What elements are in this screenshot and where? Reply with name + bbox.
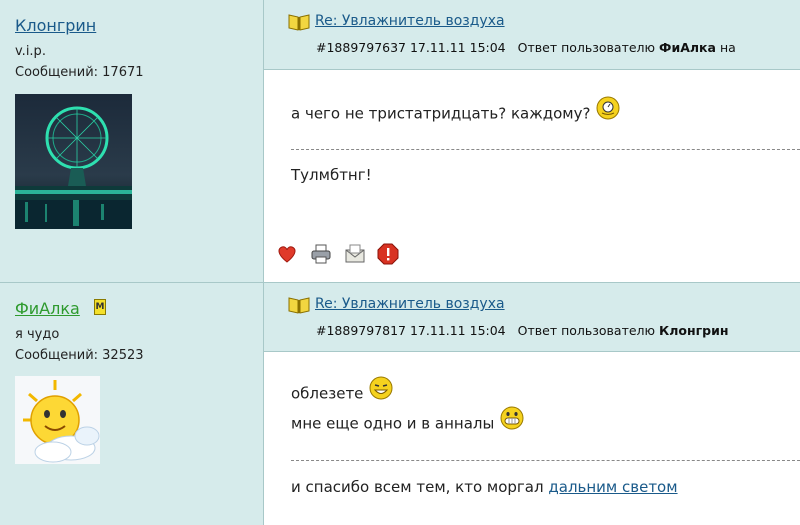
post-text: а чего не тристатридцать? каждому? [291,104,591,123]
post-meta: #1889797637 17.11.11 15:04 Ответ пользова… [316,40,736,55]
forum-post: ФиАлка M я чудо Сообщений: 32523 Re: Увл… [0,282,800,525]
mail-icon[interactable] [344,243,366,265]
stop-icon[interactable] [377,243,399,265]
author-message-count: Сообщений: 17671 [15,65,144,80]
author-message-count: Сообщений: 32523 [15,348,144,363]
reply-to-suffix: на [719,40,736,55]
post-text: мне еще одно и в анналы [291,414,495,433]
print-icon[interactable] [310,243,332,265]
post-header: Re: Увлажнитель воздуха #1889797817 17.1… [264,282,800,352]
post-text-line: а чего не тристатридцать? каждому? [291,96,620,128]
signature: и спасибо всем тем, кто моргал дальним с… [291,478,678,496]
book-icon [288,13,310,35]
heart-icon[interactable] [276,243,298,265]
smiley-wink-icon [596,96,620,124]
author-panel: ФиАлка M я чудо Сообщений: 32523 [0,282,264,525]
post-id-date[interactable]: #1889797637 17.11.11 15:04 [316,40,506,55]
post-text-line: облезете [291,376,393,408]
post-header: Re: Увлажнитель воздуха #1889797637 17.1… [264,0,800,70]
author-status: я чудо [15,327,60,342]
author-name[interactable]: Клонгрин [15,16,96,35]
signature-divider [291,149,800,150]
author-name[interactable]: ФиАлка [15,299,80,318]
post-title-link[interactable]: Re: Увлажнитель воздуха [315,296,505,312]
moderator-badge-icon: M [94,299,106,315]
reply-to-label: Ответ пользователю [517,40,656,55]
author-avatar[interactable] [15,376,100,464]
reply-to-user[interactable]: ФиАлка [659,40,716,55]
post-title-link[interactable]: Re: Увлажнитель воздуха [315,13,505,29]
signature-text: и спасибо всем тем, кто моргал [291,478,544,496]
forum-post: Клонгрин v.i.p. Сообщений: 17671 Re: Увл… [0,0,800,282]
author-status: v.i.p. [15,44,46,59]
post-id-date[interactable]: #1889797817 17.11.11 15:04 [316,323,506,338]
smiley-grin-icon [369,376,393,404]
signature-link[interactable]: дальним светом [548,478,677,496]
post-text: облезете [291,384,364,403]
post-meta: #1889797817 17.11.11 15:04 Ответ пользова… [316,323,729,338]
author-panel: Клонгрин v.i.p. Сообщений: 17671 [0,0,264,282]
post-text-line: мне еще одно и в анналы [291,406,524,438]
reply-to-label: Ответ пользователю [517,323,656,338]
signature: Тулмбтнг! [291,166,372,184]
signature-divider [291,460,800,461]
smiley-big-grin-icon [500,406,524,434]
reply-to-user[interactable]: Клонгрин [659,323,728,338]
author-avatar[interactable] [15,94,132,229]
book-icon [288,296,310,318]
